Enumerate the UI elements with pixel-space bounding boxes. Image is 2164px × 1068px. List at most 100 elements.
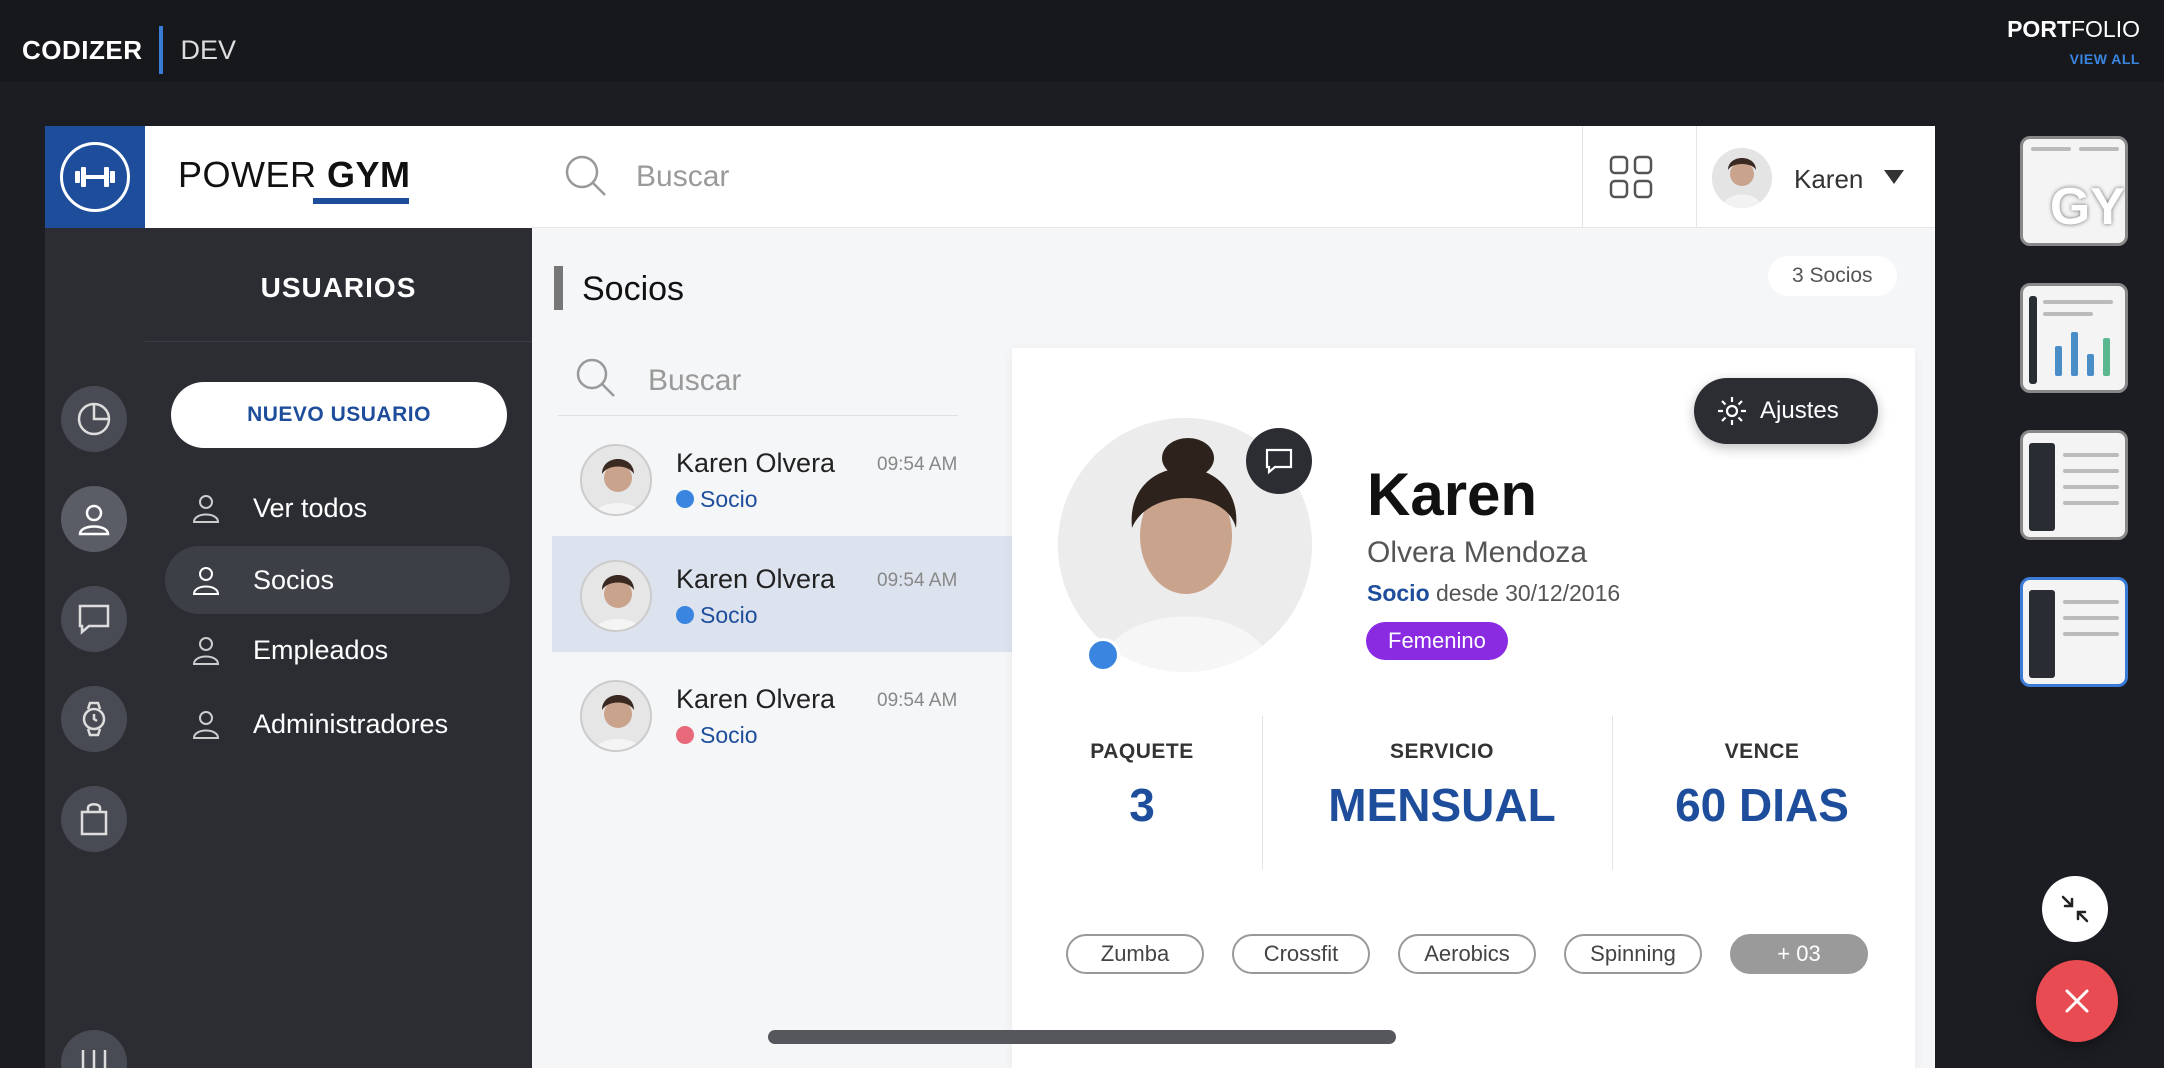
menu-item-socios[interactable]: Socios (165, 546, 510, 614)
user-outline-icon (192, 711, 220, 739)
avatar (580, 680, 652, 752)
settings-label: Ajustes (1760, 397, 1839, 424)
apps-grid-icon[interactable] (1608, 154, 1654, 200)
users-menu: USUARIOS NUEVO USUARIO Ver todos Socios … (145, 228, 532, 1068)
menu-item-empleados[interactable]: Empleados (165, 616, 510, 684)
caret-down-icon[interactable] (1884, 170, 1904, 184)
menu-title: USUARIOS (260, 272, 417, 303)
app-logo[interactable] (45, 126, 145, 228)
class-chip[interactable]: Aerobics (1398, 934, 1536, 974)
close-button[interactable] (2036, 960, 2118, 1042)
profile-member-since: Socio desde 30/12/2016 (1367, 580, 1621, 606)
close-icon (2065, 989, 2089, 1013)
user-outline-icon (192, 637, 220, 665)
socios-count-badge: 3 Socios (1768, 256, 1897, 296)
gear-icon (1718, 397, 1746, 425)
sliders-icon (81, 1050, 107, 1068)
user-name[interactable]: Karen (1794, 164, 1863, 195)
member-name: Karen Olvera (676, 684, 836, 714)
menu-item-label: Empleados (253, 634, 389, 665)
rail-settings-button[interactable] (61, 1030, 127, 1068)
chat-icon (1265, 448, 1293, 475)
member-time: 09:54 AM (877, 454, 958, 475)
thumbnail-1[interactable]: GY (2020, 136, 2128, 246)
list-item[interactable]: Karen Olvera 09:54 AM Socio (552, 656, 1012, 772)
member-role: Socio (700, 602, 758, 628)
profile-last-name: Olvera Mendoza (1367, 536, 1588, 569)
top-bar: CODIZER DEV PORTFOLIO VIEW ALL (0, 0, 2164, 82)
profile-first-name: Karen (1367, 461, 1538, 528)
brand-env: DEV (180, 34, 237, 65)
section-marker (554, 266, 563, 310)
menu-item-administradores[interactable]: Administradores (165, 690, 510, 758)
more-classes-chip[interactable]: + 03 (1730, 934, 1868, 974)
status-dot (676, 490, 694, 508)
thumbnail-2[interactable] (2020, 283, 2128, 393)
member-time: 09:54 AM (877, 570, 958, 591)
stat-service: SERVICIO MENSUAL (1328, 740, 1556, 831)
portfolio-thumbnails: GY (2020, 136, 2132, 724)
thumbnail-3[interactable] (2020, 430, 2128, 540)
settings-button[interactable]: Ajustes (1694, 378, 1878, 444)
minimize-button[interactable] (2042, 876, 2108, 942)
portfolio: PORTFOLIO VIEW ALL (2007, 16, 2140, 67)
class-chip[interactable]: Zumba (1066, 934, 1204, 974)
list-search-input[interactable]: Buscar (648, 364, 741, 398)
thumbnail-gym-graphic: GY (2049, 178, 2125, 236)
status-dot (676, 606, 694, 624)
app-brand-panel: POWER GYM (145, 126, 532, 228)
app-window: POWER GYM USUARIOS NUEVO USUARIO Ver tod… (45, 126, 1935, 1068)
thumbnail-4[interactable] (2020, 577, 2128, 687)
user-icon (78, 504, 110, 536)
user-avatar[interactable] (1712, 148, 1772, 208)
member-role: Socio (700, 722, 758, 748)
socios-area: Socios 3 Socios Buscar Karen Olvera 09:5… (532, 228, 1935, 1068)
member-name: Karen Olvera (676, 448, 836, 478)
list-item[interactable]: Karen Olvera 09:54 AM Socio (552, 420, 1012, 536)
search-input[interactable]: Buscar (636, 160, 729, 194)
member-role: Socio (700, 486, 758, 512)
view-all-link[interactable]: VIEW ALL (2007, 51, 2140, 67)
online-status-dot (1086, 638, 1120, 672)
icon-rail (45, 126, 145, 1068)
menu-item-label: Ver todos (253, 492, 368, 523)
rail-messages-button[interactable] (61, 586, 127, 652)
shopping-bag-icon (80, 803, 108, 836)
rail-schedule-button[interactable] (61, 686, 127, 752)
stat-expires: VENCE 60 DIAS (1675, 740, 1849, 831)
dumbbell-icon (75, 167, 115, 187)
top-search-bar: Buscar Karen (532, 126, 1935, 228)
avatar (580, 444, 652, 516)
menu-item-label: Socios (253, 564, 335, 595)
rail-dashboard-button[interactable] (61, 386, 127, 452)
app-title: POWER GYM (178, 154, 411, 195)
rail-store-button[interactable] (61, 786, 127, 852)
stats-divider (1262, 716, 1263, 870)
portfolio-title: PORTFOLIO (2007, 16, 2140, 42)
pie-chart-icon (77, 402, 111, 436)
section-title: Socios (582, 270, 685, 308)
stat-package: PAQUETE 3 (1090, 740, 1194, 831)
chat-icon (78, 604, 110, 635)
search-icon (565, 155, 606, 196)
watch-icon (82, 701, 106, 737)
app-title-underline (313, 198, 409, 204)
avatar (580, 560, 652, 632)
member-name: Karen Olvera (676, 564, 836, 594)
status-dot (676, 726, 694, 744)
class-chip[interactable]: Crossfit (1232, 934, 1370, 974)
codizer-brand: CODIZER DEV (22, 26, 236, 74)
new-user-button[interactable]: NUEVO USUARIO (171, 382, 507, 448)
menu-item-ver-todos[interactable]: Ver todos (165, 474, 510, 542)
class-chip[interactable]: Spinning (1564, 934, 1702, 974)
list-item[interactable]: Karen Olvera 09:54 AM Socio (552, 536, 1012, 652)
minimize-arrows-icon (2061, 895, 2089, 923)
user-outline-icon (192, 495, 220, 523)
stats-divider (1612, 716, 1613, 870)
gender-badge: Femenino (1366, 622, 1508, 660)
list-divider (558, 415, 958, 416)
horizontal-scrollbar[interactable] (768, 1030, 1396, 1044)
message-button[interactable] (1246, 428, 1312, 494)
menu-header: USUARIOS (145, 228, 532, 342)
rail-users-button[interactable] (61, 486, 127, 552)
